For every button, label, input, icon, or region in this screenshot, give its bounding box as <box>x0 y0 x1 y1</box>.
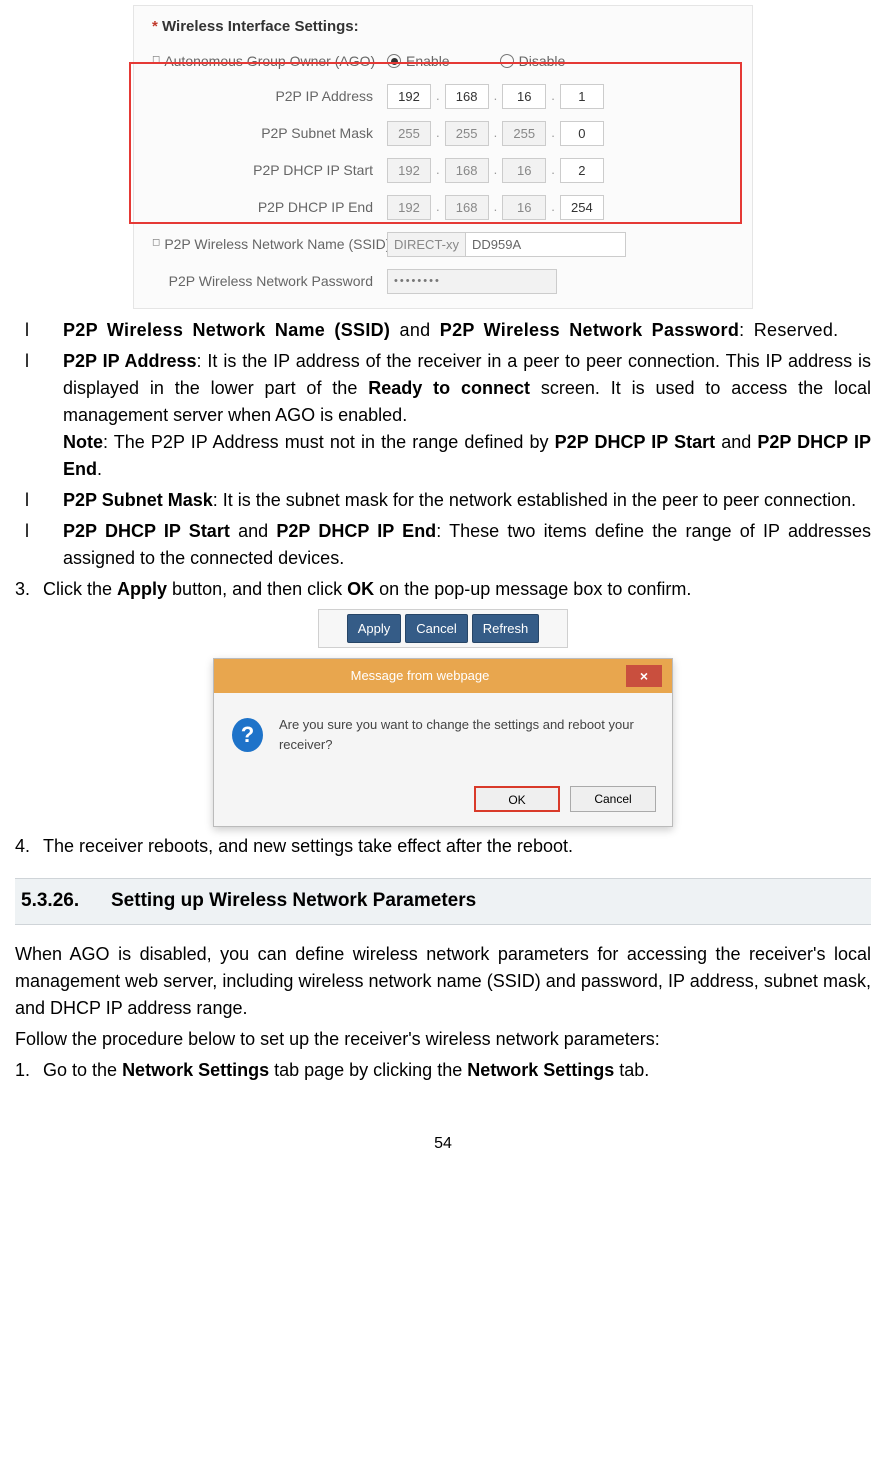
cancel-button[interactable]: Cancel <box>405 614 467 644</box>
password-input[interactable]: •••••••• <box>387 269 557 294</box>
ago-enable-radio[interactable]: Enable <box>387 51 450 72</box>
p2p-mask-octet-1[interactable]: 255 <box>387 121 431 146</box>
bullet-p2p-dhcp: l P2P DHCP IP Start and P2P DHCP IP End:… <box>25 518 871 572</box>
p2p-mask-octet-4[interactable]: 0 <box>560 121 604 146</box>
bullet-marker: l <box>25 518 63 572</box>
p2p-ip-octet-3[interactable]: 16 <box>502 84 546 109</box>
close-icon[interactable]: × <box>626 665 662 687</box>
password-label: P2P Wireless Network Password <box>152 271 387 292</box>
ssid-prefix: DIRECT-xy <box>387 232 466 257</box>
page-number: 54 <box>15 1132 871 1156</box>
wireless-settings-figure: * Wireless Interface Settings: ◻Autonomo… <box>133 5 753 309</box>
p2p-mask-octet-2[interactable]: 255 <box>445 121 489 146</box>
radio-icon <box>387 54 401 68</box>
radio-icon <box>500 54 514 68</box>
p2p-ip-octet-2[interactable]: 168 <box>445 84 489 109</box>
p2p-mask-label: P2P Subnet Mask <box>152 123 387 144</box>
bullet-marker: l <box>25 487 63 514</box>
ssid-input[interactable]: DD959A <box>466 232 626 257</box>
p2p-start-row: P2P DHCP IP Start 192. 168. 16. 2 <box>152 158 734 183</box>
password-row: P2P Wireless Network Password •••••••• <box>152 269 734 294</box>
p2p-start-octet-1[interactable]: 192 <box>387 158 431 183</box>
p2p-start-label: P2P DHCP IP Start <box>152 160 387 181</box>
ssid-row: ◻P2P Wireless Network Name (SSID) DIRECT… <box>152 232 734 257</box>
ok-button[interactable]: OK <box>474 786 560 812</box>
step-number: 4. <box>15 833 43 860</box>
bullet-ssid-password: l P2P Wireless Network Name (SSID) and P… <box>25 317 871 344</box>
p2p-end-octet-4[interactable]: 254 <box>560 195 604 220</box>
cancel-dialog-button[interactable]: Cancel <box>570 786 656 812</box>
ssid-label: ◻P2P Wireless Network Name (SSID) <box>152 234 387 255</box>
intro-paragraph-1: When AGO is disabled, you can define wir… <box>15 941 871 1022</box>
p2p-ip-label: P2P IP Address <box>152 86 387 107</box>
button-bar: Apply Cancel Refresh <box>318 609 568 649</box>
section-heading: 5.3.26.Setting up Wireless Network Param… <box>15 878 871 925</box>
refresh-button[interactable]: Refresh <box>472 614 540 644</box>
p2p-ip-octet-4[interactable]: 1 <box>560 84 604 109</box>
ago-row: ◻Autonomous Group Owner (AGO) Enable Dis… <box>152 51 734 72</box>
step-4: 4. The receiver reboots, and new setting… <box>15 833 871 860</box>
dialog-body: ? Are you sure you want to change the se… <box>214 693 672 776</box>
figure-title-text: Wireless Interface Settings: <box>158 18 359 35</box>
dialog-titlebar: Message from webpage × <box>214 659 672 693</box>
p2p-ip-row: P2P IP Address 192. 168. 16. 1 <box>152 84 734 109</box>
p2p-mask-row: P2P Subnet Mask 255. 255. 255. 0 <box>152 121 734 146</box>
ago-label: ◻Autonomous Group Owner (AGO) <box>152 51 387 72</box>
p2p-start-octet-2[interactable]: 168 <box>445 158 489 183</box>
bullet-marker: l <box>25 317 63 344</box>
intro-paragraph-2: Follow the procedure below to set up the… <box>15 1026 871 1053</box>
bullet-p2p-ip: l P2P IP Address: It is the IP address o… <box>25 348 871 483</box>
figure-title: * Wireless Interface Settings: <box>152 16 734 39</box>
step-number: 1. <box>15 1057 43 1084</box>
p2p-end-row: P2P DHCP IP End 192. 168. 16. 254 <box>152 195 734 220</box>
step-number: 3. <box>15 576 43 603</box>
p2p-start-octet-4[interactable]: 2 <box>560 158 604 183</box>
confirm-dialog: Message from webpage × ? Are you sure yo… <box>213 658 673 827</box>
p2p-start-octet-3[interactable]: 16 <box>502 158 546 183</box>
dialog-title: Message from webpage <box>214 666 626 686</box>
question-icon: ? <box>232 718 263 752</box>
dialog-message: Are you sure you want to change the sett… <box>279 715 654 754</box>
p2p-end-label: P2P DHCP IP End <box>152 197 387 218</box>
p2p-end-octet-2[interactable]: 168 <box>445 195 489 220</box>
section-number: 5.3.26. <box>21 887 111 916</box>
dialog-footer: OK Cancel <box>214 776 672 826</box>
step-3: 3. Click the Apply button, and then clic… <box>15 576 871 603</box>
bullet-marker: l <box>25 348 63 483</box>
apply-dialog-figure: Apply Cancel Refresh Message from webpag… <box>213 609 673 828</box>
step-1: 1. Go to the Network Settings tab page b… <box>15 1057 871 1084</box>
p2p-ip-octet-1[interactable]: 192 <box>387 84 431 109</box>
p2p-mask-octet-3[interactable]: 255 <box>502 121 546 146</box>
section-title: Setting up Wireless Network Parameters <box>111 890 476 911</box>
apply-button[interactable]: Apply <box>347 614 402 644</box>
ago-disable-radio[interactable]: Disable <box>500 51 566 72</box>
bullet-p2p-mask: l P2P Subnet Mask: It is the subnet mask… <box>25 487 871 514</box>
p2p-end-octet-3[interactable]: 16 <box>502 195 546 220</box>
p2p-end-octet-1[interactable]: 192 <box>387 195 431 220</box>
